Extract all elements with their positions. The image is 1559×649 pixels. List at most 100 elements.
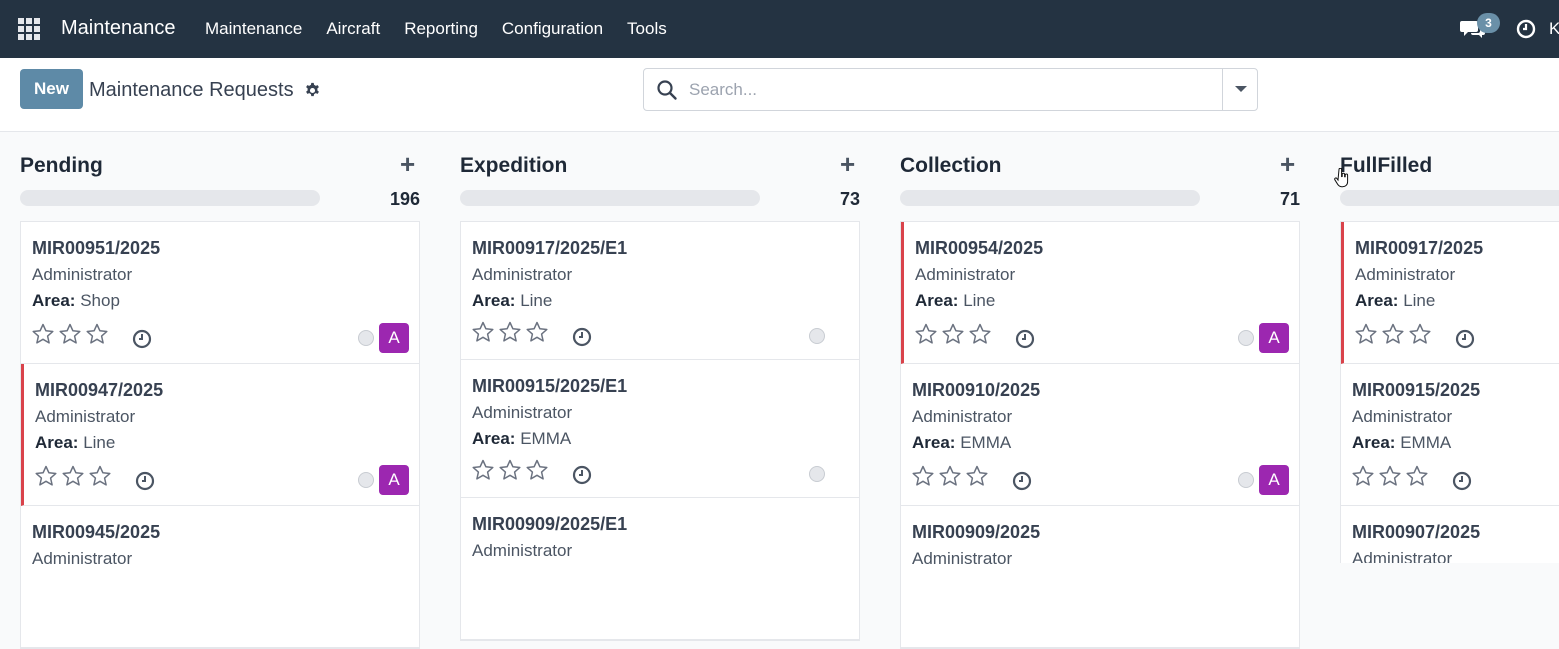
request-card[interactable]: MIR00947/2025 Administrator Area: Line A	[21, 364, 419, 506]
area-value: EMMA	[960, 433, 1012, 452]
column-title[interactable]: Collection	[900, 154, 1002, 178]
priority-stars	[1351, 464, 1432, 488]
star-outline-icon[interactable]	[1378, 464, 1402, 488]
star-outline-icon[interactable]	[941, 322, 965, 346]
star-outline-icon[interactable]	[88, 464, 112, 488]
column-title[interactable]: Expedition	[460, 154, 567, 178]
star-outline-icon[interactable]	[58, 322, 82, 346]
star-outline-icon[interactable]	[965, 464, 989, 488]
star-outline-icon[interactable]	[498, 320, 522, 344]
search-input[interactable]	[689, 77, 1209, 103]
request-card[interactable]: MIR00909/2025 Administrator	[901, 506, 1299, 648]
star-outline-icon[interactable]	[34, 464, 58, 488]
star-outline-icon[interactable]	[914, 322, 938, 346]
kanban-column-expedition: Expedition + 73 MIR00917/2025/E1 Adminis…	[460, 132, 860, 641]
search-options-toggle[interactable]	[1222, 69, 1258, 110]
priority-stars	[31, 322, 112, 346]
page-title: Maintenance Requests	[89, 79, 294, 101]
request-card[interactable]: MIR00945/2025 Administrator	[21, 506, 419, 648]
request-card[interactable]: MIR00915/2025/E1 Administrator Area: EMM…	[461, 360, 859, 498]
star-outline-icon[interactable]	[471, 320, 495, 344]
menu-item-configuration[interactable]: Configuration	[502, 19, 603, 39]
card-list: MIR00917/2025 Administrator Area: Line M…	[1340, 221, 1559, 563]
menu-item-reporting[interactable]: Reporting	[404, 19, 478, 39]
request-card[interactable]: MIR00954/2025 Administrator Area: Line A	[901, 222, 1299, 364]
star-outline-icon[interactable]	[61, 464, 85, 488]
new-button[interactable]: New	[20, 69, 83, 109]
column-progress-bar[interactable]	[460, 190, 760, 206]
column-count: 73	[839, 189, 860, 209]
priority-stars	[34, 464, 115, 488]
clock-icon[interactable]	[132, 329, 152, 349]
area-value: EMMA	[520, 429, 572, 448]
apps-grid-icon[interactable]	[18, 18, 40, 40]
request-card[interactable]: MIR00909/2025/E1 Administrator	[461, 498, 859, 640]
star-outline-icon[interactable]	[525, 458, 549, 482]
kanban-state-dot[interactable]	[1238, 472, 1254, 488]
clock-icon[interactable]	[1452, 471, 1472, 491]
star-outline-icon[interactable]	[968, 322, 992, 346]
request-card[interactable]: MIR00915/2025 Administrator Area: EMMA	[1341, 364, 1559, 506]
card-list: MIR00917/2025/E1 Administrator Area: Lin…	[460, 221, 860, 641]
star-outline-icon[interactable]	[1381, 322, 1405, 346]
clock-icon[interactable]	[1455, 329, 1475, 349]
clock-icon[interactable]	[572, 327, 592, 347]
area-label: Area:	[1352, 433, 1396, 452]
activity-clock-icon[interactable]	[1516, 19, 1536, 39]
request-card[interactable]: MIR00917/2025/E1 Administrator Area: Lin…	[461, 222, 859, 360]
request-card[interactable]: MIR00917/2025 Administrator Area: Line	[1341, 222, 1559, 364]
avatar[interactable]: A	[379, 465, 409, 495]
app-brand[interactable]: Maintenance	[61, 17, 176, 40]
plus-icon[interactable]: +	[1280, 151, 1295, 177]
area-value: EMMA	[1400, 433, 1452, 452]
control-panel: New Maintenance Requests	[0, 58, 1559, 132]
column-title[interactable]: FullFilled	[1340, 154, 1432, 178]
star-outline-icon[interactable]	[1408, 322, 1432, 346]
column-count: 196	[389, 189, 420, 209]
star-outline-icon[interactable]	[498, 458, 522, 482]
priority-stars	[1354, 322, 1435, 346]
request-card[interactable]: MIR00910/2025 Administrator Area: EMMA A	[901, 364, 1299, 506]
request-card[interactable]: MIR00951/2025 Administrator Area: Shop A	[21, 222, 419, 364]
gear-icon[interactable]	[304, 82, 321, 99]
clock-icon[interactable]	[135, 471, 155, 491]
kanban-state-dot[interactable]	[358, 472, 374, 488]
search-bar	[643, 68, 1258, 111]
area-value: Shop	[80, 291, 120, 310]
kanban-state-dot[interactable]	[809, 328, 825, 344]
star-outline-icon[interactable]	[938, 464, 962, 488]
request-card[interactable]: MIR00907/2025 Administrator	[1341, 506, 1559, 563]
avatar[interactable]: A	[1259, 323, 1289, 353]
star-outline-icon[interactable]	[31, 322, 55, 346]
column-progress-bar[interactable]	[1340, 190, 1559, 206]
clock-icon[interactable]	[1015, 329, 1035, 349]
star-outline-icon[interactable]	[471, 458, 495, 482]
menu-item-aircraft[interactable]: Aircraft	[326, 19, 380, 39]
kanban-state-dot[interactable]	[809, 466, 825, 482]
card-reference: MIR00915/2025/E1	[472, 376, 628, 396]
star-outline-icon[interactable]	[85, 322, 109, 346]
column-progress-bar[interactable]	[20, 190, 320, 206]
star-outline-icon[interactable]	[525, 320, 549, 344]
menu-item-tools[interactable]: Tools	[627, 19, 667, 39]
plus-icon[interactable]: +	[840, 151, 855, 177]
kanban-state-dot[interactable]	[1238, 330, 1254, 346]
column-title[interactable]: Pending	[20, 154, 103, 178]
card-reference: MIR00945/2025	[32, 522, 161, 542]
card-area: Area: EMMA	[1352, 433, 1451, 453]
plus-icon[interactable]: +	[400, 151, 415, 177]
menu-item-maintenance[interactable]: Maintenance	[205, 19, 302, 39]
avatar[interactable]: A	[1259, 465, 1289, 495]
clock-icon[interactable]	[1012, 471, 1032, 491]
card-user: Administrator	[472, 541, 573, 560]
star-outline-icon[interactable]	[911, 464, 935, 488]
star-outline-icon[interactable]	[1351, 464, 1375, 488]
avatar[interactable]: A	[379, 323, 409, 353]
star-outline-icon[interactable]	[1354, 322, 1378, 346]
kanban-state-dot[interactable]	[358, 330, 374, 346]
clock-icon[interactable]	[572, 465, 592, 485]
column-progress-bar[interactable]	[900, 190, 1200, 206]
star-outline-icon[interactable]	[1405, 464, 1429, 488]
user-menu[interactable]: K	[1549, 19, 1559, 39]
card-area: Area: EMMA	[472, 429, 571, 449]
